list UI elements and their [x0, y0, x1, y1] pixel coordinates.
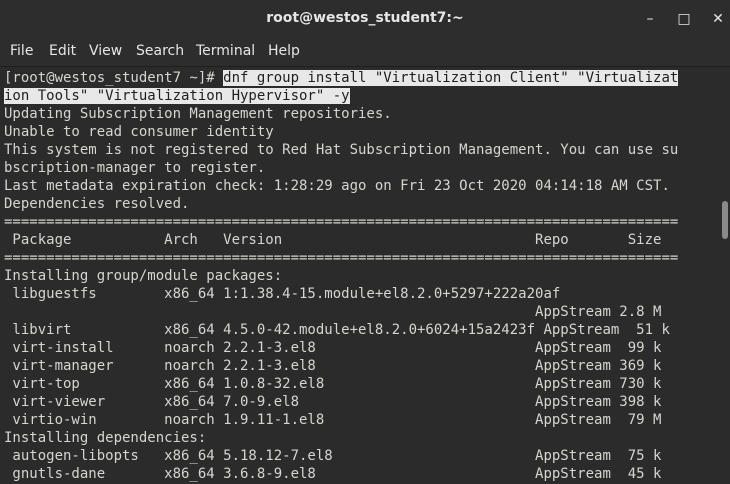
terminal-line: Last metadata expiration check: 1:28:29 …: [4, 178, 670, 194]
terminal-line: This system is not registered to Red Hat…: [4, 142, 679, 158]
section-heading: Installing dependencies:: [4, 430, 207, 446]
selected-command-continued: ion Tools" "Virtualization Hypervisor" -…: [4, 88, 350, 104]
selected-command: dnf group install "Virtualization Client…: [223, 70, 679, 86]
package-row: AppStream 2.8 M: [4, 304, 662, 320]
maximize-icon[interactable]: □: [674, 9, 694, 29]
prompt: [root@westos_student7 ~]#: [4, 70, 224, 86]
terminal-line: Unable to read consumer identity: [4, 124, 274, 140]
scrollbar-thumb[interactable]: [722, 201, 728, 239]
window-title: root@westos_student7:~: [266, 10, 464, 26]
package-row: virt-viewer x86_64 7.0-9.el8 AppStream 3…: [4, 394, 662, 410]
separator-line: ========================================…: [4, 214, 679, 230]
package-row: gnutls-dane x86_64 3.6.8-9.el8 AppStream…: [4, 466, 662, 482]
terminal-scrollbar[interactable]: [720, 67, 730, 484]
menu-bar: File Edit View Search Terminal Help: [0, 38, 730, 67]
menu-terminal[interactable]: Terminal: [196, 43, 255, 59]
terminal-line: Dependencies resolved.: [4, 196, 190, 212]
terminal-line: Updating Subscription Management reposit…: [4, 106, 392, 122]
package-row: autogen-libopts x86_64 5.18.12-7.el8 App…: [4, 448, 662, 464]
package-row: libvirt x86_64 4.5.0-42.module+el8.2.0+6…: [4, 322, 670, 338]
terminal-output[interactable]: [root@westos_student7 ~]# dnf group inst…: [0, 67, 730, 484]
menu-help[interactable]: Help: [268, 43, 300, 59]
package-row: virtio-win noarch 1.9.11-1.el8 AppStream…: [4, 412, 662, 428]
separator-line: ========================================…: [4, 250, 679, 266]
command-line-1: [root@westos_student7 ~]# dnf group inst…: [4, 69, 720, 87]
menu-search[interactable]: Search: [136, 43, 184, 59]
package-row: virt-top x86_64 1.0.8-32.el8 AppStream 7…: [4, 376, 662, 392]
command-line-2: ion Tools" "Virtualization Hypervisor" -…: [4, 87, 720, 105]
menu-view[interactable]: View: [89, 43, 122, 59]
menu-edit[interactable]: Edit: [49, 43, 76, 59]
minimize-icon[interactable]: –: [640, 9, 660, 29]
package-row: virt-manager noarch 2.2.1-3.el8 AppStrea…: [4, 358, 662, 374]
package-row: libguestfs x86_64 1:1.38.4-15.module+el8…: [4, 286, 561, 302]
terminal-line: bscription-manager to register.: [4, 160, 266, 176]
table-header: Package Arch Version Repo Size: [4, 232, 662, 248]
section-heading: Installing group/module packages:: [4, 268, 283, 284]
menu-file[interactable]: File: [10, 43, 33, 59]
package-row: virt-install noarch 2.2.1-3.el8 AppStrea…: [4, 340, 662, 356]
close-icon[interactable]: ✕: [708, 9, 728, 29]
window-titlebar: root@westos_student7:~ – □ ✕: [0, 0, 730, 38]
